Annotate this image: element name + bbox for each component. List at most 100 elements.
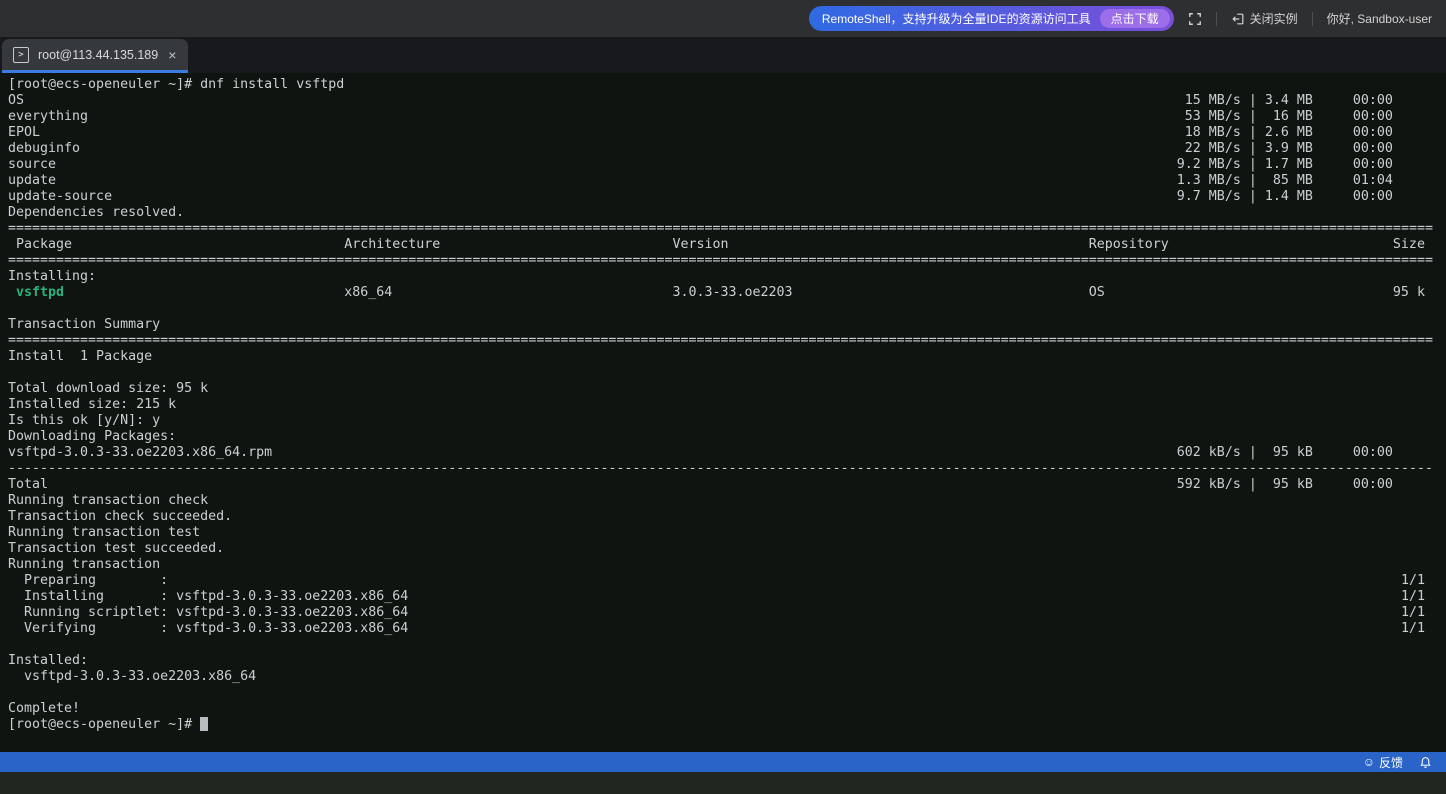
terminal-text: OS [1088, 285, 1105, 300]
terminal-line: ========================================… [8, 221, 1446, 237]
terminal-line: Installed size: 215 k [8, 397, 1446, 413]
banner-text: RemoteShell，支持升级为全量IDE的资源访问工具 [821, 12, 1091, 26]
terminal-text: 1/1 [1400, 621, 1425, 636]
terminal-text: Is this ok [y/N]: y [8, 413, 161, 428]
terminal-text: 22 MB/s | 3.9 MB 00:00 [1176, 141, 1393, 156]
remoteshell-banner: RemoteShell，支持升级为全量IDE的资源访问工具 点击下载 [808, 6, 1174, 31]
terminal-text: Total download size: 95 k [8, 381, 209, 396]
terminal-line: Running transaction test [8, 525, 1446, 541]
download-button[interactable]: 点击下载 [1099, 9, 1170, 28]
terminal-text: 95 k [1392, 285, 1425, 300]
terminal-text: vsftpd [16, 285, 65, 300]
terminal-line: Preparing : 1/1 [8, 573, 1446, 589]
terminal-line: Installing : vsftpd-3.0.3-33.oe2203.x86_… [8, 589, 1446, 605]
terminal-line: Running transaction check [8, 493, 1446, 509]
terminal-text: 18 MB/s | 2.6 MB 00:00 [1176, 125, 1393, 140]
exit-instance-icon [1231, 12, 1245, 26]
terminal-text: Installing : vsftpd-3.0.3-33.oe2203.x86_… [8, 589, 409, 604]
terminal-line: Running scriptlet: vsftpd-3.0.3-33.oe220… [8, 605, 1446, 621]
terminal-text: Install 1 Package [8, 349, 153, 364]
notifications-button[interactable] [1419, 756, 1432, 769]
terminal-text: Version [672, 237, 729, 252]
terminal-text: Transaction check succeeded. [8, 509, 233, 524]
terminal-icon: > [13, 46, 29, 63]
terminal-line: [root@ecs-openeuler ~]# dnf install vsft… [8, 77, 1446, 93]
terminal-text: Dependencies resolved. [8, 205, 185, 220]
terminal-text: Running transaction [8, 557, 161, 572]
tab-close-icon[interactable]: × [167, 48, 177, 62]
terminal-text: update-source [8, 189, 113, 204]
status-bar: ☺ 反馈 [0, 752, 1446, 772]
terminal-output[interactable]: [root@ecs-openeuler ~]# dnf install vsft… [0, 73, 1446, 752]
terminal-line: Transaction test succeeded. [8, 541, 1446, 557]
terminal-line: ========================================… [8, 333, 1446, 349]
terminal-text: Preparing : [8, 573, 169, 588]
terminal-text: Repository [1088, 237, 1169, 252]
terminal-line: Downloading Packages: [8, 429, 1446, 445]
terminal-text: 3.0.3-33.oe2203 [672, 285, 793, 300]
terminal-text: 15 MB/s | 3.4 MB 00:00 [1176, 93, 1393, 108]
terminal-line: source 9.2 MB/s | 1.7 MB 00:00 [8, 157, 1446, 173]
terminal-text: 602 kB/s | 95 kB 00:00 [1176, 445, 1393, 460]
terminal-text: x86_64 [344, 285, 393, 300]
terminal-line: EPOL 18 MB/s | 2.6 MB 00:00 [8, 125, 1446, 141]
terminal-line: Total 592 kB/s | 95 kB 00:00 [8, 477, 1446, 493]
topbar-divider [1311, 11, 1313, 26]
terminal-text: EPOL [8, 125, 41, 140]
terminal-line: debuginfo 22 MB/s | 3.9 MB 00:00 [8, 141, 1446, 157]
terminal-text: source [8, 157, 57, 172]
terminal-line: update 1.3 MB/s | 85 MB 01:04 [8, 173, 1446, 189]
terminal-text: 1/1 [1400, 589, 1425, 604]
user-greeting: 你好, Sandbox-user [1326, 12, 1432, 26]
terminal-text: [root@ecs-openeuler ~]# [8, 717, 201, 732]
terminal-text: ========================================… [8, 221, 1433, 236]
terminal-line: Transaction Summary [8, 317, 1446, 333]
terminal-text: 1/1 [1400, 573, 1425, 588]
terminal-text: debuginfo [8, 141, 81, 156]
terminal-text: Downloading Packages: [8, 429, 177, 444]
terminal-text: OS [8, 93, 25, 108]
terminal-line: OS 15 MB/s | 3.4 MB 00:00 [8, 93, 1446, 109]
terminal-text: ----------------------------------------… [8, 461, 1433, 476]
terminal-text: Transaction Summary [8, 317, 161, 332]
fullscreen-button[interactable] [1188, 12, 1202, 26]
tab-terminal-session[interactable]: > root@113.44.135.189 × [2, 39, 189, 73]
terminal-text: Transaction test succeeded. [8, 541, 225, 556]
terminal-line: Installed: [8, 653, 1446, 669]
tab-title: root@113.44.135.189 [38, 47, 159, 62]
terminal-text: vsftpd-3.0.3-33.oe2203.x86_64.rpm [8, 445, 273, 460]
terminal-text: Size [1392, 237, 1425, 252]
terminal-text: Installed: [8, 653, 89, 668]
terminal-text: [root@ecs-openeuler ~]# dnf install vsft… [8, 77, 345, 92]
terminal-text: ========================================… [8, 333, 1433, 348]
terminal-text: everything [8, 109, 89, 124]
terminal-line: vsftpd-3.0.3-33.oe2203.x86_64.rpm 602 kB/… [8, 445, 1446, 461]
bell-icon [1419, 756, 1432, 769]
terminal-line: ========================================… [8, 253, 1446, 269]
terminal-line: Is this ok [y/N]: y [8, 413, 1446, 429]
tab-strip: > root@113.44.135.189 × [0, 37, 1446, 73]
smiley-icon: ☺ [1362, 755, 1375, 769]
feedback-button[interactable]: ☺ 反馈 [1363, 754, 1403, 771]
topbar-divider [1215, 11, 1217, 26]
terminal-text: 592 kB/s | 95 kB 00:00 [1176, 477, 1393, 492]
close-instance-button[interactable]: 关闭实例 [1231, 10, 1298, 27]
feedback-label: 反馈 [1378, 755, 1403, 770]
terminal-text: 9.7 MB/s | 1.4 MB 00:00 [1176, 189, 1393, 204]
terminal-text: ========================================… [8, 253, 1433, 268]
terminal-line: vsftpd x86_64 3.0.3-33.oe2203 OS 95 k [8, 285, 1446, 301]
terminal-line: Verifying : vsftpd-3.0.3-33.oe2203.x86_6… [8, 621, 1446, 637]
terminal-line: ----------------------------------------… [8, 461, 1446, 477]
close-instance-label: 关闭实例 [1249, 12, 1298, 26]
terminal-line: Complete! [8, 701, 1446, 717]
terminal-text: update [8, 173, 57, 188]
terminal-line: Package Architecture Version Repository Size [8, 237, 1446, 253]
terminal-line: [root@ecs-openeuler ~]# [8, 717, 1446, 733]
terminal-text: vsftpd-3.0.3-33.oe2203.x86_64 [8, 669, 257, 684]
terminal-text: 1/1 [1400, 605, 1425, 620]
terminal-text: Complete! [8, 701, 81, 716]
